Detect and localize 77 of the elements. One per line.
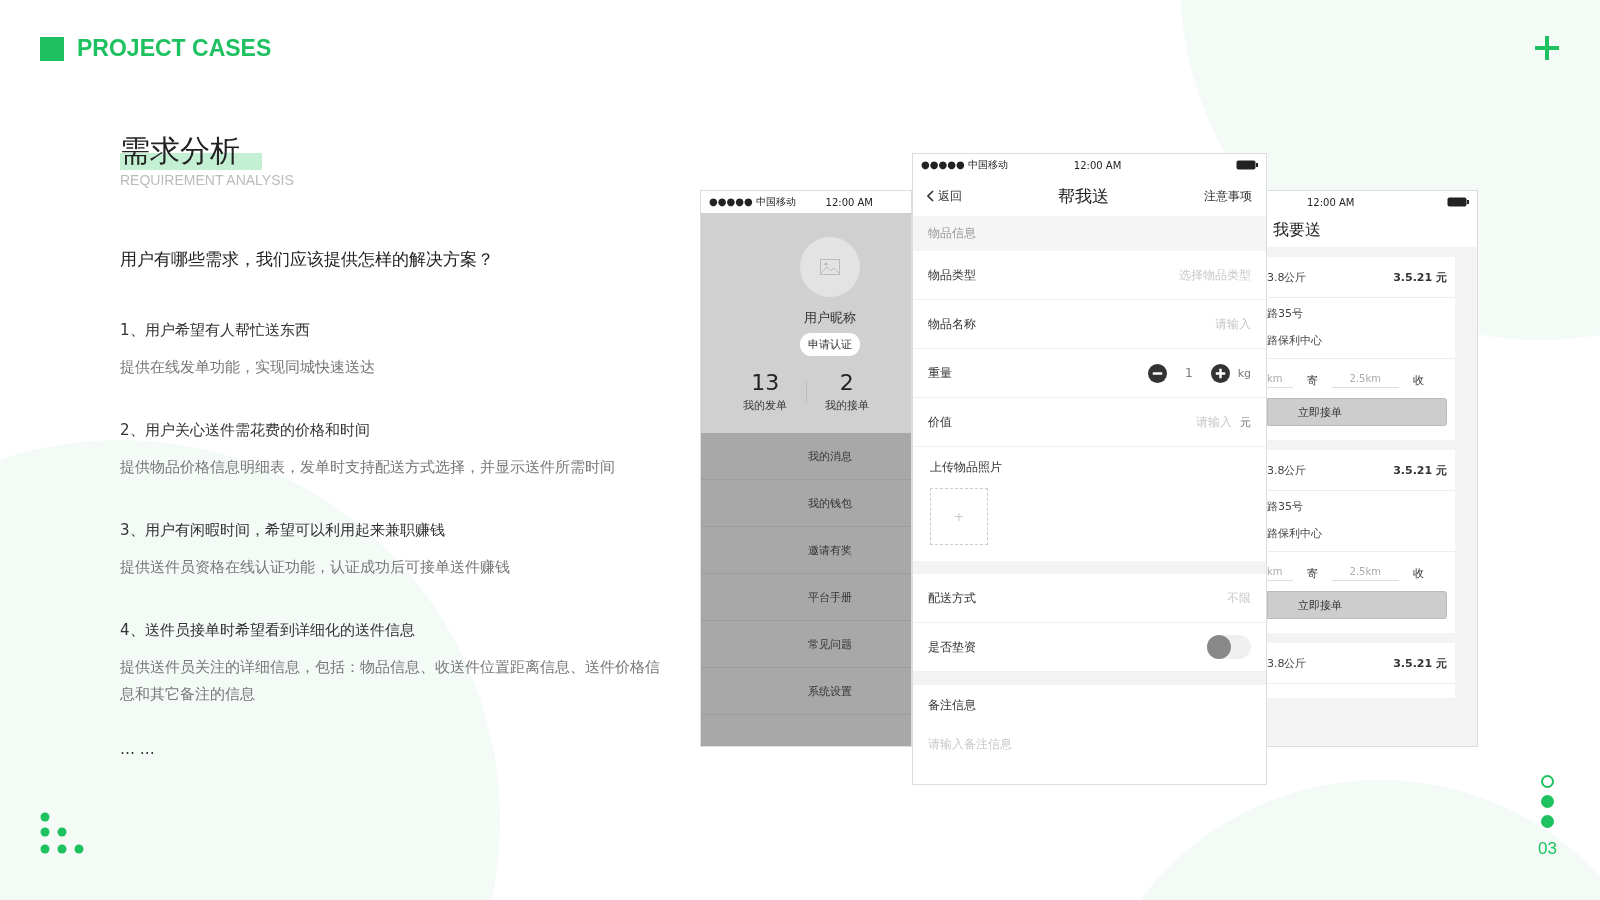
stat-value: 2: [839, 370, 854, 395]
status-time: 12:00 AM: [1073, 159, 1122, 171]
need-heading: 3、用户有闲暇时间，希望可以利用起来兼职赚钱: [120, 521, 446, 540]
order-price: 3.5.21 元: [1393, 655, 1447, 671]
screen-title: 我要送: [1273, 219, 1321, 241]
order-price: 3.5.21 元: [1393, 462, 1447, 478]
menu-item[interactable]: 邀请有奖: [701, 527, 911, 574]
row-label: 是否垫资: [928, 638, 977, 656]
row-label: 重量: [928, 364, 953, 382]
battery-icon: [1236, 160, 1258, 170]
row-label: 物品类型: [928, 266, 977, 284]
back-button[interactable]: 返回: [927, 187, 962, 205]
header-title: PROJECT CASES: [77, 35, 272, 62]
menu-item[interactable]: 平台手册: [701, 574, 911, 621]
page-dot[interactable]: [1540, 815, 1554, 828]
battery-icon: [1447, 197, 1469, 207]
menu-item[interactable]: 系统设置: [701, 668, 911, 715]
stat-label: 我的发单: [743, 398, 788, 413]
order-weight: 3.8公斤: [1267, 655, 1307, 671]
section-subtitle: REQUIREMENT ANALYSIS: [120, 172, 295, 188]
signal-carrier: ●●●●● 中国移动: [709, 195, 796, 209]
menu-item[interactable]: 我的钱包: [701, 480, 911, 527]
send-tag: 寄: [1306, 566, 1318, 581]
upload-label: 上传物品照片: [930, 459, 1003, 476]
toggle-switch[interactable]: [1207, 635, 1251, 659]
send-tag: 寄: [1306, 373, 1318, 388]
row-label: 物品名称: [928, 315, 977, 333]
row-label: 价值: [928, 413, 953, 431]
user-nickname: 用户昵称: [804, 309, 856, 327]
need-heading: 1、用户希望有人帮忙送东西: [120, 321, 311, 340]
accept-button[interactable]: 立即接单: [1267, 398, 1447, 426]
plus-icon: [1535, 36, 1559, 60]
need-heading: 4、送件员接单时希望看到详细化的送件信息: [120, 621, 416, 640]
pickup-address: 路35号: [1267, 499, 1304, 515]
question-text: 用户有哪些需求，我们应该提供怎样的解决方案？: [120, 248, 495, 271]
need-description: 提供物品价格信息明细表，发单时支持配送方式选择，并显示送件所需时间: [120, 457, 616, 478]
section-header: 物品信息: [928, 225, 976, 242]
unit-label: kg: [1237, 366, 1251, 380]
need-description: 提供在线发单功能，实现同城快速送达: [120, 357, 376, 378]
order-weight: 3.8公斤: [1267, 269, 1307, 285]
distance-value: 2.5km: [1331, 373, 1399, 388]
notice-link[interactable]: 注意事项: [1204, 187, 1252, 205]
verify-button[interactable]: 申请认证: [800, 333, 860, 356]
stat-value: 13: [751, 370, 780, 395]
screen-title: 帮我送: [1056, 184, 1110, 208]
need-description: 提供送件员关注的详细信息，包括：物品信息、收送件位置距离信息、送件价格信息和其它备注的信息: [120, 657, 660, 705]
plus-icon[interactable]: [1210, 363, 1230, 383]
receive-tag: 收: [1413, 566, 1424, 581]
page-dot[interactable]: [1540, 795, 1554, 808]
distance-value: 2.5km: [1331, 566, 1399, 581]
page-dot[interactable]: [1540, 775, 1554, 788]
order-weight: 3.8公斤: [1267, 462, 1307, 478]
need-heading: 2、用户关心送件需花费的价格和时间: [120, 421, 371, 440]
page-number: 03: [1538, 839, 1557, 859]
logo-square-icon: [40, 36, 64, 61]
ellipsis-text: … …: [120, 740, 156, 758]
accept-button[interactable]: 立即接单: [1267, 591, 1447, 619]
order-price: 3.5.21 元: [1393, 269, 1447, 285]
menu-item[interactable]: 常见问题: [701, 621, 911, 668]
status-time: 12:00 AM: [825, 196, 873, 208]
signal-carrier: ●●●●● 中国移动: [921, 158, 1008, 172]
note-label: 备注信息: [928, 697, 977, 714]
stat-label: 我的接单: [824, 398, 869, 413]
chevron-left-icon: [927, 190, 934, 202]
row-label: 配送方式: [928, 589, 977, 607]
weight-value: 1: [1185, 366, 1193, 380]
delivery-address: 路保利中心: [1267, 526, 1323, 542]
image-icon: [820, 259, 840, 275]
status-time: 12:00 AM: [1307, 196, 1355, 208]
form-row[interactable]: 重量 1 kg: [913, 349, 1266, 398]
menu-item[interactable]: 我的消息: [701, 433, 911, 480]
delivery-address: 路保利中心: [1267, 333, 1323, 349]
receive-tag: 收: [1413, 373, 1424, 388]
minus-icon[interactable]: [1148, 363, 1167, 383]
unit-label: 元: [1240, 414, 1251, 430]
need-description: 提供送件员资格在线认证功能，认证成功后可接单送件赚钱: [120, 557, 511, 578]
pickup-address: 路35号: [1267, 306, 1304, 322]
